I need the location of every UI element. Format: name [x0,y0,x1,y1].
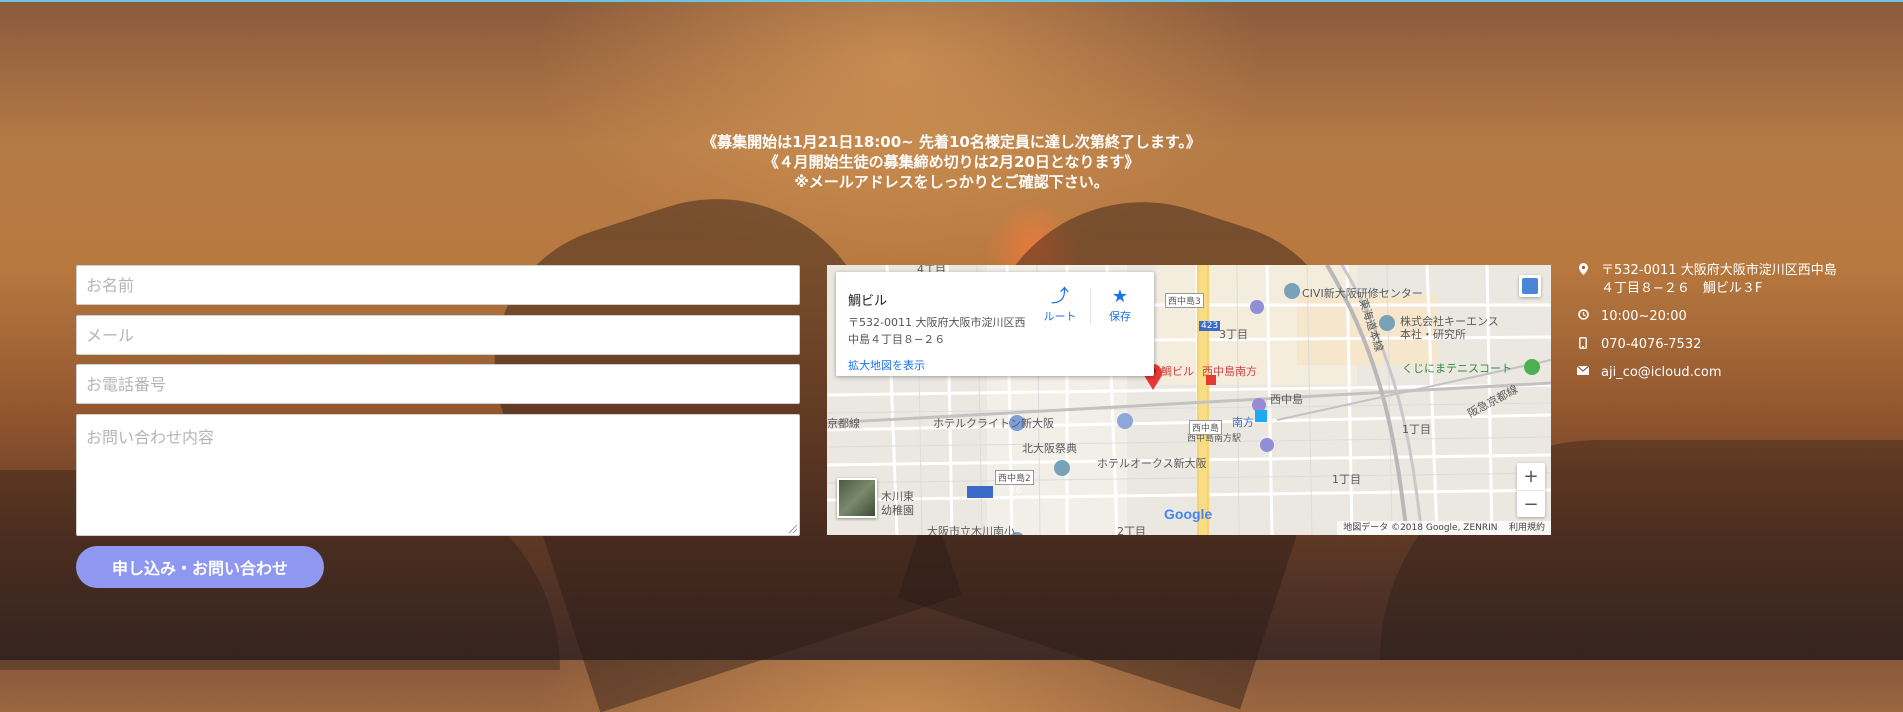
save-place-button[interactable]: ★ 保存 [1095,286,1145,324]
email-text: aji_co@icloud.com [1601,365,1722,380]
google-logo: Google [1164,506,1213,522]
map-marker-icon [1577,263,1589,278]
map-label-sanchome: 3丁目 [1219,328,1248,341]
street-view-pegman-icon[interactable] [1519,275,1541,297]
submit-button[interactable]: 申し込み・お問い合わせ [76,546,324,588]
notice-line-1: 《募集開始は1月21日18:00~ 先着10名様定員に達し次第終了します。》 [702,133,1201,151]
attribution-text: 地図データ ©2018 Google, ZENRIN [1343,523,1498,533]
map-label-itchome-2: 1丁目 [1332,473,1361,486]
directions-button[interactable]: ⤴ ルート [1035,286,1085,324]
directions-label: ルート [1043,310,1077,323]
map-label-minamikata: 南方 [1232,416,1254,429]
map-label-hotel-clayton: ホテルクライトン新大阪 [933,417,1054,430]
hours-text: 10:00~20:00 [1601,309,1687,324]
zoom-controls: + − [1517,463,1545,517]
email-input[interactable] [76,315,800,355]
card-divider [1090,288,1091,324]
map-label-school: 大阪市立木川南小 [927,525,1015,535]
zoom-in-button[interactable]: + [1517,463,1545,491]
notice-line-3: ※メールアドレスをしっかりとご確認下さい。 [794,173,1109,191]
top-accent-line [0,0,1903,2]
map-label-nishinaka3: 西中島3 [1165,293,1204,308]
message-textarea[interactable] [76,414,800,536]
satellite-toggle-thumbnail[interactable] [837,478,877,518]
map-label-route: 京都線 [827,417,860,430]
map-label-nishinakajima: 西中島 [1270,393,1303,406]
star-icon: ★ [1111,286,1129,307]
map-label-kitaosaka: 北大阪祭典 [1022,442,1077,455]
name-input[interactable] [76,265,800,305]
map-label-nishinaka-sign: 西中島 [1189,420,1223,435]
terms-link[interactable]: 利用規約 [1509,523,1545,533]
save-label: 保存 [1109,310,1131,323]
map-label-nichome: 2丁目 [1117,525,1146,535]
map-label-nishinakajima-minamikata: 西中島南方 [1202,365,1257,378]
map-label-kindergarten: 幼稚園 [881,504,914,517]
map-label-nishinaka2: 西中島2 [995,470,1034,485]
phone-text: 070-4076-7532 [1601,337,1702,352]
recruitment-notice: 《募集開始は1月21日18:00~ 先着10名様定員に達し次第終了します。》 《… [0,132,1903,192]
place-info-card: 鯛ビル 〒532-0011 大阪府大阪市淀川区西中島４丁目８−２６ 拡大地図を表… [836,272,1154,376]
map-label-route-423: 423 [1199,321,1221,331]
map-label-pin-name: 鯛ビル [1161,365,1194,378]
resize-grip-icon[interactable] [788,524,798,534]
map-attribution: 地図データ ©2018 Google, ZENRIN 利用規約 [1337,521,1551,535]
address-text: 〒532-0011 大阪府大阪市淀川区西中島４丁目８−２６ 鯛ビル３F [1601,263,1837,296]
phone-input[interactable] [76,364,800,404]
map-label-itchome: 1丁目 [1402,423,1431,436]
directions-icon: ⤴ [1051,286,1069,307]
zoom-out-button[interactable]: − [1517,491,1545,518]
embedded-map[interactable]: 西中島南方 鯛ビル CIVI新大阪研修センター 株式会社キーエンス 本社・研究所… [827,265,1551,535]
notice-line-2: 《４月開始生徒の募集締め切りは2月20日となります》 [763,153,1140,171]
clock-icon [1577,309,1589,323]
larger-map-link[interactable]: 拡大地図を表示 [848,357,925,373]
map-label-route-16: 16 [1010,486,1022,496]
place-address: 〒532-0011 大阪府大阪市淀川区西中島４丁目８−２６ [848,316,1026,346]
map-label-keyence-2: 本社・研究所 [1400,328,1466,341]
mobile-phone-icon [1577,337,1589,352]
map-label-tennis: くじにまテニスコート [1402,362,1512,375]
envelope-icon [1576,365,1590,378]
map-label-hotel-okura: ホテルオークス新大阪 [1097,457,1207,470]
place-title: 鯛ビル [848,294,888,309]
